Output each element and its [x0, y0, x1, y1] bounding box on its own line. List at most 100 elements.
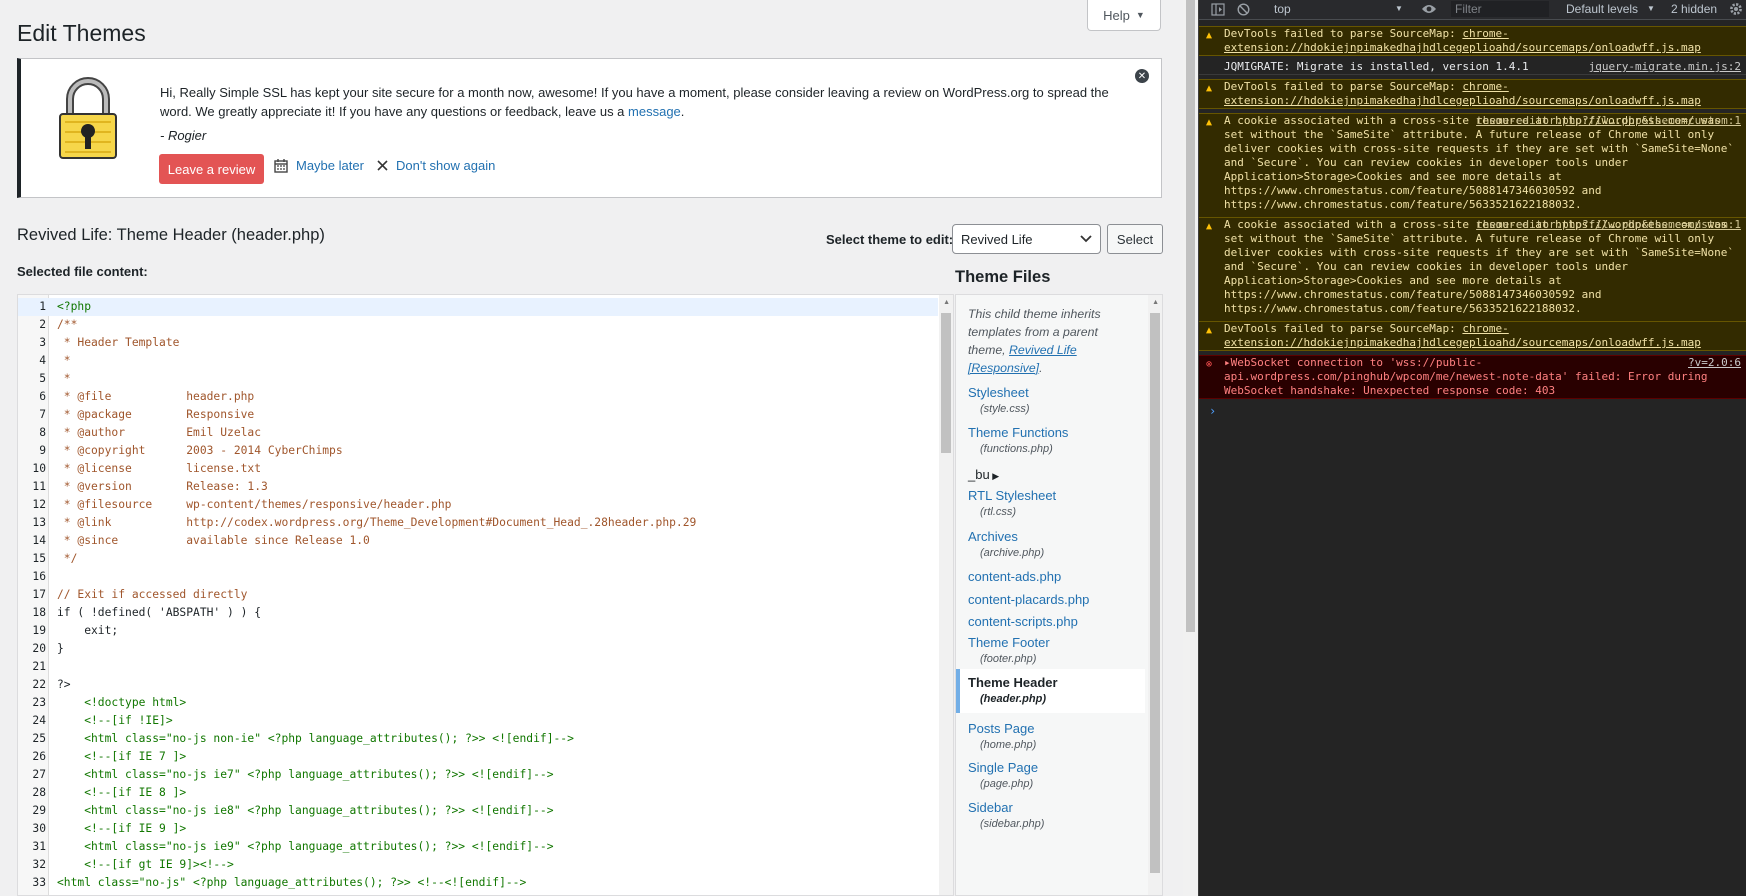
theme-file-item[interactable]: Stylesheet (style.css) — [968, 385, 1030, 415]
code-line[interactable]: 31 <html class="no-js ie9" <?php languag… — [18, 838, 938, 856]
line-number: 20 — [32, 642, 46, 655]
editor-scroll-thumb[interactable] — [941, 313, 951, 453]
code-line[interactable]: 30 <!--[if IE 9 ]> — [18, 820, 938, 838]
code-editor[interactable]: 1 <?php 2/** 3 * Header Template 4 * 5 * 6 * @… — [17, 294, 954, 896]
code-line[interactable]: 19 exit; — [18, 622, 938, 640]
line-number: 31 — [32, 840, 46, 853]
code-line[interactable]: 17 // Exit if accessed directly — [18, 586, 938, 604]
code-line[interactable]: 20} — [18, 640, 938, 658]
message-link[interactable]: message — [628, 104, 681, 119]
code-line[interactable]: 22 ?> — [18, 676, 938, 694]
theme-file-item[interactable]: Archives (archive.php) — [968, 529, 1044, 559]
theme-file-item[interactable]: Posts Page (home.php) — [968, 721, 1036, 751]
theme-file-item[interactable]: Theme Functions (functions.php) — [968, 425, 1068, 455]
page-scrollbar[interactable] — [1183, 0, 1198, 896]
dont-show-again-label: Don't show again — [396, 158, 496, 173]
editor-scrollbar[interactable]: ▲ — [939, 295, 953, 895]
line-number: 22 — [32, 678, 46, 691]
theme-file-label: _bu — [968, 467, 990, 482]
theme-file-item[interactable]: Theme Header (header.php) — [956, 669, 1145, 713]
code-line[interactable]: 14 * @since available since Release 1.0 — [18, 532, 938, 550]
code-line[interactable]: 4 * — [18, 352, 938, 370]
code-text: * — [57, 372, 71, 385]
theme-file-item[interactable]: Theme Footer (footer.php) — [968, 635, 1050, 665]
code-lines: 1 <?php 2/** 3 * Header Template 4 * 5 * 6 * @… — [18, 298, 938, 892]
eye-icon[interactable] — [1421, 3, 1437, 15]
theme-file-item[interactable]: _bu ▶ — [968, 467, 999, 482]
theme-file-label: Theme Header — [968, 675, 1058, 690]
theme-file-item[interactable]: content-ads.php — [968, 569, 1061, 584]
line-number: 12 — [32, 498, 46, 511]
help-button[interactable]: Help ▼ — [1087, 0, 1161, 31]
code-line[interactable]: 21 — [18, 658, 938, 676]
gear-icon[interactable] — [1729, 2, 1743, 16]
code-line[interactable]: 10 * @license license.txt — [18, 460, 938, 478]
code-line[interactable]: 15 */ — [18, 550, 938, 568]
code-line[interactable]: 1 <?php — [18, 298, 938, 316]
code-line[interactable]: 27 <html class="no-js ie7" <?php languag… — [18, 766, 938, 784]
files-scrollbar[interactable]: ▲ — [1148, 295, 1162, 895]
message-text: A cookie associated with a cross-site re… — [1224, 114, 1734, 211]
code-line[interactable]: 23 <!doctype html> — [18, 694, 938, 712]
message-text: ▸WebSocket connection to 'wss://public-a… — [1224, 356, 1708, 397]
dont-show-again-link[interactable]: Don't show again — [377, 158, 495, 173]
theme-file-item[interactable]: content-scripts.php — [968, 614, 1078, 629]
console-filter-input[interactable]: Filter — [1451, 1, 1549, 17]
code-line[interactable]: 29 <html class="no-js ie8" <?php languag… — [18, 802, 938, 820]
clear-console-icon[interactable] — [1237, 3, 1250, 16]
code-line[interactable]: 32 <!--[if gt IE 9]><!--> — [18, 856, 938, 874]
code-line[interactable]: 18 if ( !defined( 'ABSPATH' ) ) { — [18, 604, 938, 622]
folder-expand-icon[interactable]: ▶ — [990, 471, 999, 481]
theme-select[interactable]: Revived Life — [952, 224, 1101, 254]
theme-file-label: content-placards.php — [968, 592, 1090, 607]
context-selector[interactable]: top — [1274, 2, 1291, 16]
scroll-up-icon: ▲ — [1152, 299, 1159, 306]
message-source-link[interactable]: theme-editor.php?fil….php&theme=custom:1 — [1476, 218, 1741, 232]
theme-file-item[interactable]: RTL Stylesheet (rtl.css) — [968, 488, 1056, 518]
code-line[interactable]: 5 * — [18, 370, 938, 388]
log-levels-dropdown[interactable]: Default levels — [1566, 2, 1638, 16]
code-line[interactable]: 8 * @author Emil Uzelac — [18, 424, 938, 442]
code-text: } — [57, 642, 64, 655]
code-line[interactable]: 28 <!--[if IE 8 ]> — [18, 784, 938, 802]
code-line[interactable]: 24 <!--[if !IE]> — [18, 712, 938, 730]
sidebar-toggle-icon[interactable] — [1211, 3, 1225, 16]
caret-down-icon[interactable]: ▼ — [1395, 4, 1403, 13]
code-line[interactable]: 26 <!--[if IE 7 ]> — [18, 748, 938, 766]
code-text: * @author Emil Uzelac — [57, 426, 262, 439]
code-line[interactable]: 6 * @file header.php — [18, 388, 938, 406]
code-line[interactable]: 16 — [18, 568, 938, 586]
notice-message: Hi, Really Simple SSL has kept your site… — [160, 83, 1110, 121]
message-source-link[interactable]: theme-editor.php?fil….php&theme=custom:1 — [1476, 114, 1741, 128]
code-line[interactable]: 9 * @copyright 2003 - 2014 CyberChimps — [18, 442, 938, 460]
line-number: 2 — [39, 318, 46, 331]
theme-file-item[interactable]: Single Page (page.php) — [968, 760, 1038, 790]
code-line[interactable]: 25 <html class="no-js non-ie" <?php lang… — [18, 730, 938, 748]
code-line[interactable]: 3 * Header Template — [18, 334, 938, 352]
dismiss-notice-icon[interactable]: ✕ — [1135, 69, 1149, 83]
maybe-later-link[interactable]: Maybe later — [274, 158, 364, 173]
error-icon: ⊗ — [1206, 359, 1213, 370]
caret-down-icon[interactable]: ▼ — [1647, 4, 1655, 13]
theme-file-item[interactable]: Sidebar (sidebar.php) — [968, 800, 1044, 830]
message-source-link[interactable]: ?v=2.0:6 — [1688, 356, 1741, 370]
code-line[interactable]: 11 * @version Release: 1.3 — [18, 478, 938, 496]
page-scroll-thumb[interactable] — [1186, 0, 1195, 632]
code-line[interactable]: 33 <html class="no-js" <?php language_att… — [18, 874, 938, 892]
console-prompt-icon[interactable]: › — [1209, 404, 1216, 418]
code-text: <!doctype html> — [57, 696, 187, 709]
theme-file-filename: (rtl.css) — [980, 506, 1017, 518]
code-line[interactable]: 7 * @package Responsive — [18, 406, 938, 424]
code-line[interactable]: 13 * @link http://codex.wordpress.org/Th… — [18, 514, 938, 532]
theme-select-value: Revived Life — [961, 231, 1033, 247]
files-scroll-thumb[interactable] — [1150, 313, 1160, 873]
code-line[interactable]: 12 * @filesource wp-content/themes/respo… — [18, 496, 938, 514]
warning-icon: ▲ — [1206, 30, 1213, 41]
line-number: 10 — [32, 462, 46, 475]
theme-file-item[interactable]: content-placards.php — [968, 592, 1089, 607]
select-theme-button[interactable]: Select — [1107, 224, 1163, 254]
code-text: * @filesource wp-content/themes/responsi… — [57, 498, 452, 511]
leave-review-button[interactable]: Leave a review — [159, 154, 264, 184]
code-line[interactable]: 2 /** — [18, 316, 938, 334]
message-source-link[interactable]: jquery-migrate.min.js:2 — [1589, 60, 1741, 74]
